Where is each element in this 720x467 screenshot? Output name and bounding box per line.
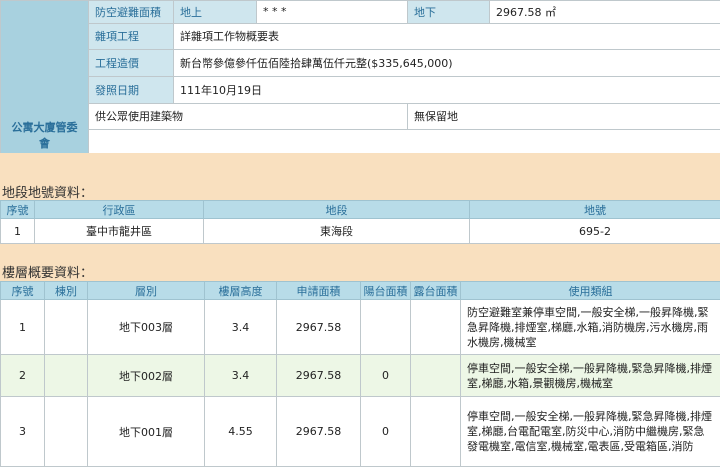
col-district: 行政區	[35, 201, 204, 219]
land-table: 序號 行政區 地段 地號 1 臺中市龍井區 東海段 695-2	[0, 200, 720, 244]
land-table-header: 序號 行政區 地段 地號	[1, 201, 720, 219]
col-area: 申請面積	[277, 282, 361, 300]
floor-use: 停車空間,一般安全梯,一般昇降機,緊急昇降機,排煙室,梯廳,台電配電室,防災中心…	[461, 397, 720, 467]
building-info-table: 公寓大廈管委會 防空避難面積 地上 * * * 地下 2967.58 ㎡ 雜項工…	[0, 0, 720, 156]
col-height: 樓層高度	[205, 282, 277, 300]
floor-height: 3.4	[205, 300, 277, 355]
col-number: 地號	[470, 201, 720, 219]
committee-label: 公寓大廈管委會	[1, 1, 89, 156]
floor-terrace	[411, 397, 461, 467]
floor-seq: 3	[1, 397, 45, 467]
floor-seq: 2	[1, 355, 45, 397]
col-balcony: 陽台面積	[361, 282, 411, 300]
issue-date-label: 發照日期	[89, 76, 174, 103]
floor-level: 地下002層	[88, 355, 205, 397]
floor-level: 地下001層	[88, 397, 205, 467]
floor-balcony	[361, 300, 411, 355]
cost-value: 新台幣參億參仟伍佰陸拾肆萬伍仟元整($335,645,000)	[174, 50, 720, 77]
col-seq: 序號	[1, 282, 45, 300]
floor-terrace	[411, 300, 461, 355]
floor-area: 2967.58	[277, 355, 361, 397]
below-ground-value: 2967.58 ㎡	[490, 1, 720, 24]
cost-label: 工程造價	[89, 50, 174, 77]
land-section-title: 地段地號資料：	[2, 182, 93, 201]
table-row: 3 地下001層 4.55 2967.58 0 停車空間,一般安全梯,一般昇降機…	[1, 397, 720, 467]
floor-balcony: 0	[361, 397, 411, 467]
col-section: 地段	[204, 201, 470, 219]
floor-use: 停車空間,一般安全梯,一般昇降機,緊急昇降機,排煙室,梯廳,水箱,景觀機房,機械…	[461, 355, 720, 397]
col-floor: 層別	[88, 282, 205, 300]
committee-value	[89, 130, 720, 156]
floor-table-header: 序號 棟別 層別 樓層高度 申請面積 陽台面積 露台面積 使用類組	[1, 282, 720, 300]
land-section: 東海段	[204, 219, 470, 244]
land-district: 臺中市龍井區	[35, 219, 204, 244]
floor-height: 3.4	[205, 355, 277, 397]
floor-section-title: 樓層概要資料：	[2, 262, 93, 281]
floor-bldg	[45, 300, 88, 355]
misc-work-value: 詳雜項工作物概要表	[174, 23, 720, 50]
reserve-land-value: 無保留地	[408, 103, 720, 130]
floor-bldg	[45, 355, 88, 397]
shelter-area-label: 防空避難面積	[89, 1, 174, 24]
col-use: 使用類組	[461, 282, 720, 300]
col-seq: 序號	[1, 201, 35, 219]
floor-level: 地下003層	[88, 300, 205, 355]
floor-area: 2967.58	[277, 300, 361, 355]
misc-work-label: 雜項工程	[89, 23, 174, 50]
floor-bldg	[45, 397, 88, 467]
public-use-value: 供公眾使用建築物	[89, 103, 408, 130]
floor-table: 序號 棟別 層別 樓層高度 申請面積 陽台面積 露台面積 使用類組 1 地下00…	[0, 281, 720, 467]
col-building: 棟別	[45, 282, 88, 300]
col-terrace: 露台面積	[411, 282, 461, 300]
table-row: 1 地下003層 3.4 2967.58 防空避難室兼停車空間,一般安全梯,一般…	[1, 300, 720, 355]
floor-height: 4.55	[205, 397, 277, 467]
below-ground-label: 地下	[408, 1, 490, 24]
above-ground-label: 地上	[174, 1, 257, 24]
table-row: 2 地下002層 3.4 2967.58 0 停車空間,一般安全梯,一般昇降機,…	[1, 355, 720, 397]
table-row: 1 臺中市龍井區 東海段 695-2	[1, 219, 720, 244]
issue-date-value: 111年10月19日	[174, 76, 720, 103]
floor-terrace	[411, 355, 461, 397]
floor-area: 2967.58	[277, 397, 361, 467]
floor-seq: 1	[1, 300, 45, 355]
land-number: 695-2	[470, 219, 720, 244]
floor-balcony: 0	[361, 355, 411, 397]
land-seq: 1	[1, 219, 35, 244]
floor-use: 防空避難室兼停車空間,一般安全梯,一般昇降機,緊急昇降機,排煙室,梯廳,水箱,消…	[461, 300, 720, 355]
above-ground-value: * * *	[257, 1, 408, 24]
